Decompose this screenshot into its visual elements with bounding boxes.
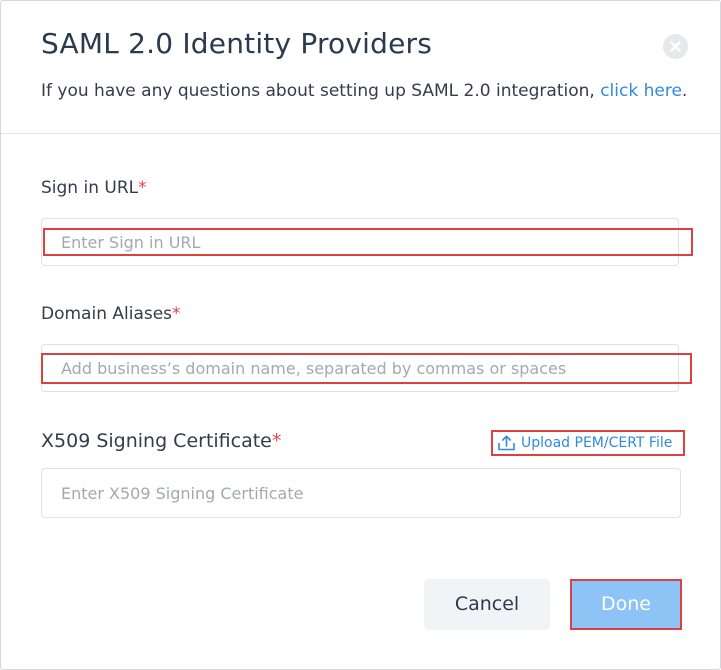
required-mark: *: [172, 304, 181, 324]
x509-certificate-field[interactable]: [41, 468, 681, 518]
domain-aliases-label-text: Domain Aliases: [41, 304, 173, 324]
x509-certificate-input[interactable]: [61, 469, 661, 517]
help-link[interactable]: click here: [600, 81, 682, 101]
sign-in-url-input[interactable]: [61, 219, 661, 265]
required-mark: *: [138, 178, 147, 198]
subtitle-suffix: .: [681, 81, 688, 101]
done-button[interactable]: Done: [570, 579, 682, 630]
sign-in-url-label: Sign in URL*: [41, 178, 147, 198]
x509-certificate-label-text: X509 Signing Certificate: [41, 430, 272, 452]
upload-icon: [498, 435, 515, 451]
upload-pem-cert-button[interactable]: Upload PEM/CERT File: [491, 430, 685, 456]
dialog-title: SAML 2.0 Identity Providers: [41, 27, 433, 60]
dialog-subtitle: If you have any questions about setting …: [41, 81, 687, 101]
sign-in-url-label-text: Sign in URL: [41, 178, 139, 198]
close-button[interactable]: [663, 34, 688, 59]
required-mark: *: [271, 430, 282, 452]
x509-certificate-label: X509 Signing Certificate*: [41, 430, 281, 452]
close-circle-icon: [670, 41, 681, 52]
cancel-button[interactable]: Cancel: [424, 579, 550, 630]
domain-aliases-label: Domain Aliases*: [41, 304, 181, 324]
upload-pem-cert-label: Upload PEM/CERT File: [521, 435, 673, 451]
dialog-header: SAML 2.0 Identity Providers If you have …: [1, 1, 720, 134]
domain-aliases-input[interactable]: [61, 345, 661, 391]
domain-aliases-field[interactable]: [41, 344, 679, 392]
saml-identity-provider-dialog: SAML 2.0 Identity Providers If you have …: [0, 0, 721, 670]
subtitle-text: If you have any questions about setting …: [41, 81, 601, 101]
sign-in-url-field[interactable]: [41, 218, 679, 266]
